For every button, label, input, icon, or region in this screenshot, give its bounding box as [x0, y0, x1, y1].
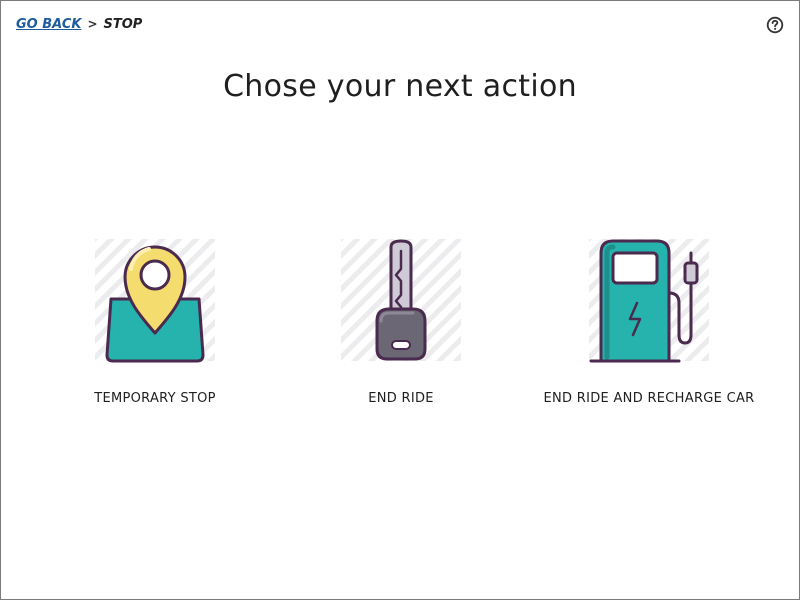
car-key-icon [341, 239, 461, 361]
go-back-link[interactable]: GO BACK [16, 17, 81, 32]
breadcrumb-separator: > [87, 17, 98, 31]
end-ride-recharge-option[interactable]: END RIDE AND RECHARGE CAR [539, 237, 759, 417]
breadcrumb-current: STOP [103, 16, 143, 32]
charging-station-icon [589, 239, 709, 363]
breadcrumb: GO BACK > STOP [16, 15, 142, 33]
map-pin-icon [95, 239, 215, 363]
end-ride-option[interactable]: END RIDE [291, 237, 511, 417]
end-ride-recharge-label: END RIDE AND RECHARGE CAR [543, 391, 755, 406]
app-window: GO BACK > STOP Chose your next action TE… [0, 0, 800, 600]
temporary-stop-label: TEMPORARY STOP [94, 391, 216, 406]
temporary-stop-option[interactable]: TEMPORARY STOP [45, 237, 265, 417]
end-ride-label: END RIDE [368, 391, 434, 406]
page-title: Chose your next action [223, 69, 577, 104]
help-circle-icon[interactable] [766, 16, 784, 34]
